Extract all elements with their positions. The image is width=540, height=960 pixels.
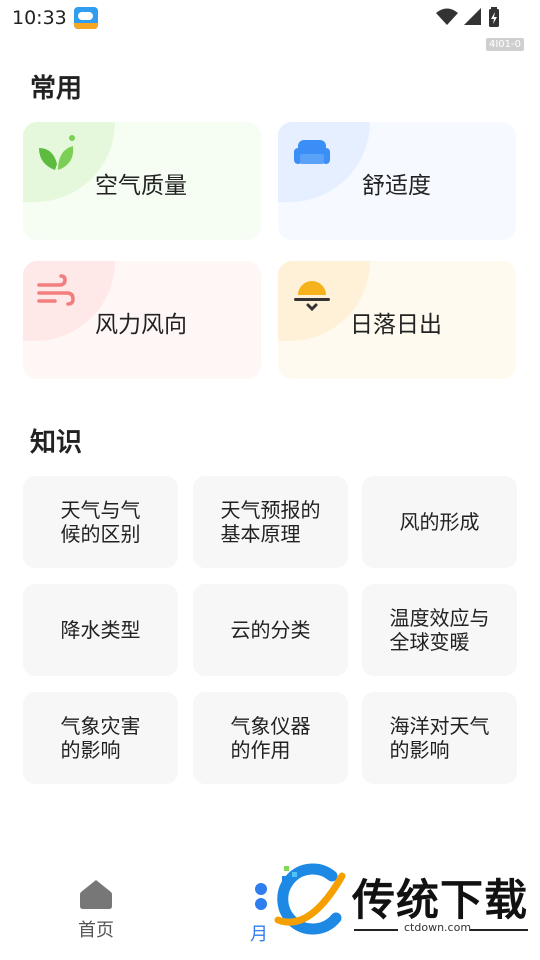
status-time: 10:33 [12, 7, 67, 29]
knowledge-card[interactable]: 天气与气 候的区别 [23, 476, 178, 568]
knowledge-card[interactable]: 温度效应与 全球变暖 [362, 584, 517, 676]
knowledge-label: 气象仪器 的作用 [230, 714, 311, 762]
feature-card-wind[interactable]: 风力风向 [23, 261, 261, 379]
watermark-url: ctdown.com [404, 921, 472, 934]
signal-icon [464, 8, 481, 25]
wifi-icon [436, 8, 458, 25]
watermark-title: 传统下载 [352, 876, 528, 926]
knowledge-label: 天气与气 候的区别 [60, 498, 141, 546]
watermark-divider [470, 929, 528, 931]
knowledge-label: 气象灾害 的影响 [60, 714, 141, 762]
knowledge-label: 海洋对天气 的影响 [389, 714, 490, 762]
status-bar: 10:33 [0, 0, 540, 36]
knowledge-card[interactable]: 海洋对天气 的影响 [362, 692, 517, 784]
watermark-logo-icon [274, 863, 346, 935]
battery-icon [489, 7, 499, 27]
knowledge-card[interactable]: 降水类型 [23, 584, 178, 676]
feature-card-sunrise-sunset[interactable]: 日落日出 [278, 261, 516, 379]
knowledge-label: 云的分类 [230, 618, 311, 642]
leaf-icon [39, 135, 75, 170]
knowledge-card[interactable]: 气象灾害 的影响 [23, 692, 178, 784]
knowledge-card[interactable]: 天气预报的 基本原理 [193, 476, 348, 568]
system-icons [436, 7, 500, 27]
watermark: 传统下载 ctdown.com [270, 862, 540, 942]
weather-app-notification-icon [74, 7, 98, 29]
section-title-common: 常用 [30, 74, 83, 104]
feature-label: 空气质量 [95, 173, 187, 199]
build-tag: 4I01-0 [485, 38, 524, 51]
home-icon [80, 880, 112, 909]
sunset-icon [294, 281, 330, 312]
knowledge-card[interactable]: 风的形成 [362, 476, 517, 568]
section-title-knowledge: 知识 [30, 428, 83, 458]
knowledge-label: 风的形成 [399, 510, 480, 534]
nav-second-tab-label[interactable]: 月 [250, 920, 268, 946]
nav-home-label: 首页 [78, 920, 114, 941]
nav-second-tab-icon[interactable] [254, 882, 268, 912]
knowledge-label: 天气预报的 基本原理 [220, 498, 321, 546]
wind-icon [37, 274, 75, 306]
knowledge-label: 降水类型 [60, 618, 141, 642]
knowledge-card[interactable]: 气象仪器 的作用 [193, 692, 348, 784]
knowledge-card[interactable]: 云的分类 [193, 584, 348, 676]
feature-label: 日落日出 [350, 312, 442, 338]
feature-label: 风力风向 [95, 312, 187, 338]
feature-card-air-quality[interactable]: 空气质量 [23, 122, 261, 240]
nav-tab-home[interactable]: 首页 [70, 878, 122, 942]
feature-label: 舒适度 [362, 173, 431, 199]
knowledge-label: 温度效应与 全球变暖 [389, 606, 490, 654]
watermark-divider [354, 929, 398, 931]
sofa-icon [294, 140, 330, 164]
feature-card-comfort[interactable]: 舒适度 [278, 122, 516, 240]
